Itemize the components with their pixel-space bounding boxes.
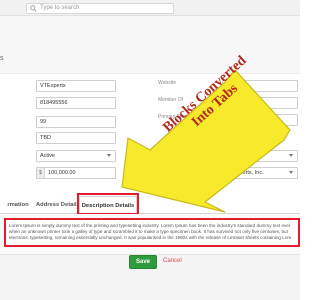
phone-value: 818495556 xyxy=(40,100,68,106)
page: Type to search s VTExperts 818495556 99 … xyxy=(0,0,300,300)
status-select[interactable]: Active xyxy=(36,150,116,162)
top-bar: Type to search xyxy=(0,0,300,16)
description-line: electronic typesetting, remaining essent… xyxy=(9,235,292,241)
field-3-value: 99 xyxy=(40,119,47,125)
website-label: Website xyxy=(158,80,176,86)
primary-email-field[interactable] xyxy=(222,114,298,126)
tab-bar: rmation Address Details Description Deta… xyxy=(0,196,300,214)
status-value: Active xyxy=(40,153,55,159)
tab-highlight-box xyxy=(77,193,139,215)
currency-prefix: $ xyxy=(37,168,45,178)
search-icon xyxy=(30,5,37,12)
assigned-to-value: VTExperts, Inc. xyxy=(226,170,264,176)
amount-field[interactable]: $ 100,000.00 xyxy=(36,167,116,179)
amount-value: 100,000.00 xyxy=(48,170,76,176)
description-textarea[interactable]: Lorem Ipsum is simply dummy text of the … xyxy=(4,218,300,247)
chevron-down-icon xyxy=(107,154,111,157)
assigned-to-label: Assigned To xyxy=(158,167,186,173)
chevron-down-icon xyxy=(289,154,293,157)
field-3[interactable]: 99 xyxy=(36,116,116,128)
assigned-to-select[interactable]: VTExperts, Inc. xyxy=(222,167,298,179)
page-title: s xyxy=(0,55,4,62)
search-placeholder: Type to search xyxy=(40,5,80,11)
organization-name-value: VTExperts xyxy=(40,83,66,89)
tab-address-details[interactable]: Address Details xyxy=(36,196,80,214)
field-4-value: TBD xyxy=(40,135,51,141)
type-value: Freightator xyxy=(226,153,253,159)
chevron-down-icon xyxy=(289,171,293,174)
cancel-link[interactable]: Cancel xyxy=(163,258,182,264)
type-select[interactable]: Freightator xyxy=(222,150,298,162)
tab-information[interactable]: rmation xyxy=(0,196,36,214)
type-label: Type xyxy=(158,150,169,156)
organization-name-field[interactable]: VTExperts xyxy=(36,80,116,92)
global-search-input[interactable]: Type to search xyxy=(26,3,174,14)
field-4[interactable]: TBD xyxy=(36,132,116,144)
member-of-label: Member Of xyxy=(158,97,184,103)
save-button[interactable]: Save xyxy=(129,255,157,269)
phone-field[interactable]: 818495556 xyxy=(36,97,116,109)
